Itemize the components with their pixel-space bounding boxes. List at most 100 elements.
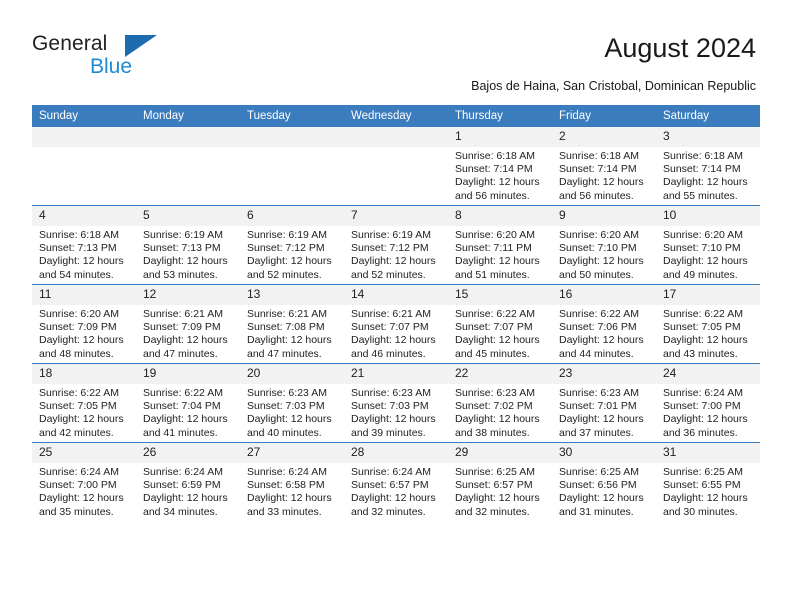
day-details: Sunrise: 6:23 AM Sunset: 7:03 PM Dayligh…	[344, 384, 448, 440]
day-cell[interactable]: 26 Sunrise: 6:24 AM Sunset: 6:59 PM Dayl…	[136, 442, 240, 521]
triangle-icon	[125, 35, 157, 57]
day-cell[interactable]: 21 Sunrise: 6:23 AM Sunset: 7:03 PM Dayl…	[344, 363, 448, 443]
day-cell[interactable]: 31 Sunrise: 6:25 AM Sunset: 6:55 PM Dayl…	[656, 442, 760, 521]
day-cell[interactable]: 7 Sunrise: 6:19 AM Sunset: 7:12 PM Dayli…	[344, 205, 448, 285]
daylight-text-line2: and 51 minutes.	[455, 268, 530, 281]
day-cell[interactable]: 14 Sunrise: 6:21 AM Sunset: 7:07 PM Dayl…	[344, 284, 448, 364]
sunset-text: Sunset: 6:55 PM	[663, 479, 741, 492]
day-number: 7	[344, 206, 448, 226]
day-cell[interactable]: 5 Sunrise: 6:19 AM Sunset: 7:13 PM Dayli…	[136, 205, 240, 285]
day-number: 17	[656, 285, 760, 305]
generalblue-logo[interactable]: General Blue	[32, 32, 212, 78]
day-cell[interactable]: 2 Sunrise: 6:18 AM Sunset: 7:14 PM Dayli…	[552, 127, 656, 206]
daylight-text-line1: Daylight: 12 hours	[559, 176, 644, 189]
daylight-text-line2: and 52 minutes.	[247, 268, 322, 281]
daylight-text-line1: Daylight: 12 hours	[39, 413, 124, 426]
day-details: Sunrise: 6:20 AM Sunset: 7:09 PM Dayligh…	[32, 305, 136, 361]
day-details: Sunrise: 6:19 AM Sunset: 7:13 PM Dayligh…	[136, 226, 240, 282]
day-cell[interactable]: 4 Sunrise: 6:18 AM Sunset: 7:13 PM Dayli…	[32, 205, 136, 285]
day-cell[interactable]: 13 Sunrise: 6:21 AM Sunset: 7:08 PM Dayl…	[240, 284, 344, 364]
day-cell[interactable]: 12 Sunrise: 6:21 AM Sunset: 7:09 PM Dayl…	[136, 284, 240, 364]
calendar-week-row: 1 Sunrise: 6:18 AM Sunset: 7:14 PM Dayli…	[32, 127, 760, 206]
day-details: Sunrise: 6:22 AM Sunset: 7:04 PM Dayligh…	[136, 384, 240, 440]
daylight-text-line1: Daylight: 12 hours	[455, 176, 540, 189]
day-cell[interactable]: 30 Sunrise: 6:25 AM Sunset: 6:56 PM Dayl…	[552, 442, 656, 521]
daylight-text-line2: and 46 minutes.	[351, 347, 426, 360]
daylight-text-line2: and 48 minutes.	[39, 347, 114, 360]
sunrise-text: Sunrise: 6:25 AM	[663, 466, 743, 478]
day-details: Sunrise: 6:24 AM Sunset: 6:58 PM Dayligh…	[240, 463, 344, 519]
sunset-text: Sunset: 7:11 PM	[455, 242, 532, 255]
calendar-week-row: 11 Sunrise: 6:20 AM Sunset: 7:09 PM Dayl…	[32, 284, 760, 364]
day-cell[interactable]: 11 Sunrise: 6:20 AM Sunset: 7:09 PM Dayl…	[32, 284, 136, 364]
day-number	[32, 127, 136, 147]
sunset-text: Sunset: 7:10 PM	[663, 242, 741, 255]
day-number: 15	[448, 285, 552, 305]
daylight-text-line2: and 41 minutes.	[143, 426, 218, 439]
day-details: Sunrise: 6:20 AM Sunset: 7:11 PM Dayligh…	[448, 226, 552, 282]
sunset-text: Sunset: 7:08 PM	[247, 321, 325, 334]
calendar-week-row: 18 Sunrise: 6:22 AM Sunset: 7:05 PM Dayl…	[32, 363, 760, 443]
day-number: 2	[552, 127, 656, 147]
day-number: 12	[136, 285, 240, 305]
day-cell[interactable]: 16 Sunrise: 6:22 AM Sunset: 7:06 PM Dayl…	[552, 284, 656, 364]
day-number: 9	[552, 206, 656, 226]
sunset-text: Sunset: 6:58 PM	[247, 479, 325, 492]
sunset-text: Sunset: 7:12 PM	[351, 242, 429, 255]
day-number: 30	[552, 443, 656, 463]
day-cell[interactable]: 27 Sunrise: 6:24 AM Sunset: 6:58 PM Dayl…	[240, 442, 344, 521]
daylight-text-line2: and 53 minutes.	[143, 268, 218, 281]
day-details: Sunrise: 6:24 AM Sunset: 6:57 PM Dayligh…	[344, 463, 448, 519]
calendar-body: 1 Sunrise: 6:18 AM Sunset: 7:14 PM Dayli…	[32, 127, 760, 521]
day-cell[interactable]: 18 Sunrise: 6:22 AM Sunset: 7:05 PM Dayl…	[32, 363, 136, 443]
day-cell[interactable]: 23 Sunrise: 6:23 AM Sunset: 7:01 PM Dayl…	[552, 363, 656, 443]
daylight-text-line2: and 50 minutes.	[559, 268, 634, 281]
sunset-text: Sunset: 7:00 PM	[39, 479, 117, 492]
daylight-text-line2: and 37 minutes.	[559, 426, 634, 439]
sunrise-text: Sunrise: 6:23 AM	[247, 387, 327, 399]
day-cell[interactable]: 10 Sunrise: 6:20 AM Sunset: 7:10 PM Dayl…	[656, 205, 760, 285]
sunset-text: Sunset: 7:10 PM	[559, 242, 637, 255]
day-number: 10	[656, 206, 760, 226]
day-cell[interactable]: 8 Sunrise: 6:20 AM Sunset: 7:11 PM Dayli…	[448, 205, 552, 285]
day-details: Sunrise: 6:23 AM Sunset: 7:01 PM Dayligh…	[552, 384, 656, 440]
day-cell[interactable]: 25 Sunrise: 6:24 AM Sunset: 7:00 PM Dayl…	[32, 442, 136, 521]
daylight-text-line1: Daylight: 12 hours	[663, 413, 748, 426]
daylight-text-line1: Daylight: 12 hours	[39, 492, 124, 505]
sunrise-text: Sunrise: 6:24 AM	[351, 466, 431, 478]
day-cell[interactable]: 9 Sunrise: 6:20 AM Sunset: 7:10 PM Dayli…	[552, 205, 656, 285]
day-details: Sunrise: 6:21 AM Sunset: 7:09 PM Dayligh…	[136, 305, 240, 361]
daylight-text-line2: and 32 minutes.	[455, 505, 530, 518]
day-number: 23	[552, 364, 656, 384]
day-cell[interactable]: 29 Sunrise: 6:25 AM Sunset: 6:57 PM Dayl…	[448, 442, 552, 521]
day-cell[interactable]: 17 Sunrise: 6:22 AM Sunset: 7:05 PM Dayl…	[656, 284, 760, 364]
day-cell[interactable]: 19 Sunrise: 6:22 AM Sunset: 7:04 PM Dayl…	[136, 363, 240, 443]
sunrise-text: Sunrise: 6:25 AM	[455, 466, 535, 478]
day-number	[344, 127, 448, 147]
sunrise-text: Sunrise: 6:19 AM	[351, 229, 431, 241]
sunset-text: Sunset: 7:05 PM	[663, 321, 741, 334]
day-details: Sunrise: 6:22 AM Sunset: 7:06 PM Dayligh…	[552, 305, 656, 361]
day-cell[interactable]: 1 Sunrise: 6:18 AM Sunset: 7:14 PM Dayli…	[448, 127, 552, 206]
month-calendar: Sunday Monday Tuesday Wednesday Thursday…	[32, 105, 760, 521]
day-number: 18	[32, 364, 136, 384]
sunset-text: Sunset: 7:05 PM	[39, 400, 117, 413]
day-number: 28	[344, 443, 448, 463]
day-cell[interactable]: 15 Sunrise: 6:22 AM Sunset: 7:07 PM Dayl…	[448, 284, 552, 364]
day-cell[interactable]: 6 Sunrise: 6:19 AM Sunset: 7:12 PM Dayli…	[240, 205, 344, 285]
sunrise-text: Sunrise: 6:19 AM	[247, 229, 327, 241]
day-cell[interactable]: 24 Sunrise: 6:24 AM Sunset: 7:00 PM Dayl…	[656, 363, 760, 443]
daylight-text-line2: and 32 minutes.	[351, 505, 426, 518]
day-number: 6	[240, 206, 344, 226]
day-cell[interactable]: 22 Sunrise: 6:23 AM Sunset: 7:02 PM Dayl…	[448, 363, 552, 443]
day-number: 24	[656, 364, 760, 384]
day-cell[interactable]: 20 Sunrise: 6:23 AM Sunset: 7:03 PM Dayl…	[240, 363, 344, 443]
day-cell[interactable]: 28 Sunrise: 6:24 AM Sunset: 6:57 PM Dayl…	[344, 442, 448, 521]
day-details: Sunrise: 6:18 AM Sunset: 7:14 PM Dayligh…	[552, 147, 656, 203]
sunset-text: Sunset: 7:07 PM	[455, 321, 533, 334]
daylight-text-line1: Daylight: 12 hours	[559, 255, 644, 268]
daylight-text-line1: Daylight: 12 hours	[39, 255, 124, 268]
sunrise-text: Sunrise: 6:21 AM	[351, 308, 431, 320]
day-cell[interactable]: 3 Sunrise: 6:18 AM Sunset: 7:14 PM Dayli…	[656, 127, 760, 206]
daylight-text-line1: Daylight: 12 hours	[663, 492, 748, 505]
